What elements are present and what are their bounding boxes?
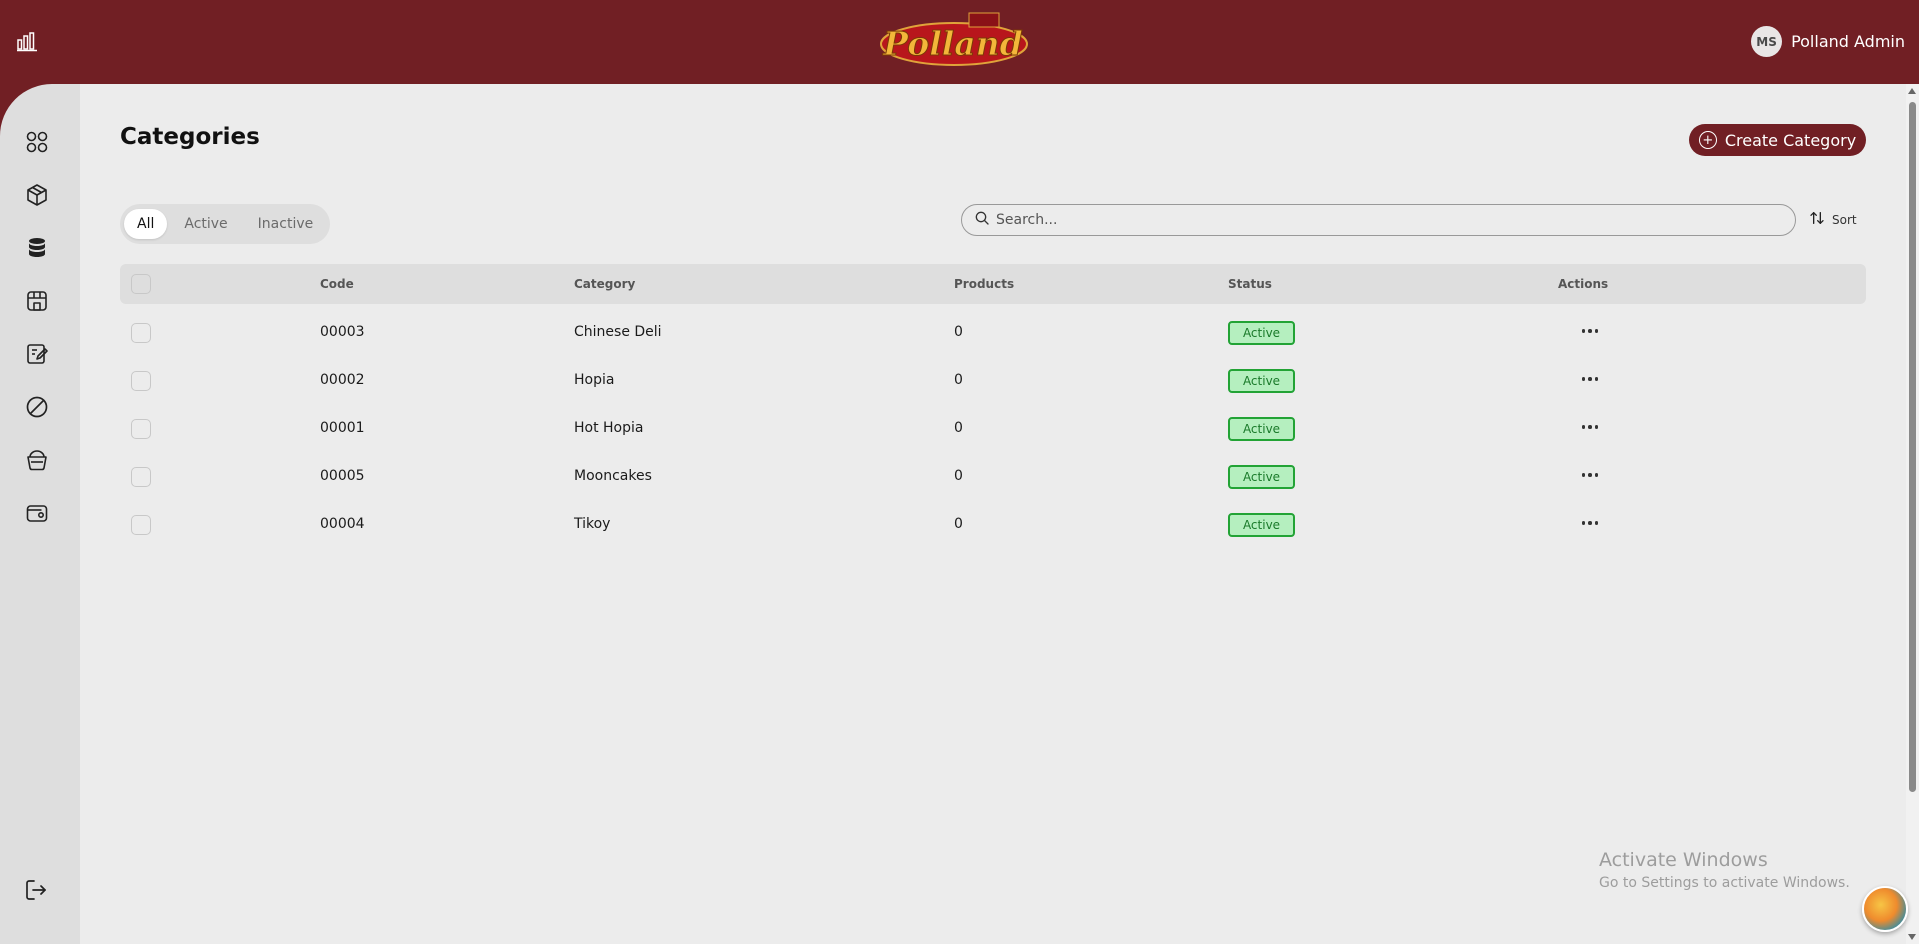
cell-products: 0	[954, 516, 963, 532]
plus-circle-icon: +	[1698, 131, 1717, 149]
scroll-down-arrow[interactable]	[1908, 934, 1916, 940]
table-header: Code Category Products Status Actions	[120, 264, 1866, 304]
row-checkbox[interactable]	[131, 515, 151, 535]
cell-products: 0	[954, 468, 963, 484]
cell-category: Tikoy	[574, 516, 611, 532]
cell-code: 00003	[320, 324, 365, 340]
cell-products: 0	[954, 420, 963, 436]
status-badge: Active	[1228, 465, 1295, 489]
cell-category: Hopia	[574, 372, 615, 388]
cell-products: 0	[954, 324, 963, 340]
sort-icon	[1809, 210, 1825, 229]
row-checkbox[interactable]	[131, 323, 151, 343]
basket-icon[interactable]	[25, 448, 49, 472]
cell-code: 00002	[320, 372, 365, 388]
search-box[interactable]	[961, 204, 1796, 236]
floating-assistant-icon[interactable]	[1862, 886, 1908, 932]
more-actions-icon[interactable]	[1578, 511, 1602, 535]
tab-all[interactable]: All	[124, 209, 168, 239]
tab-active[interactable]: Active	[171, 209, 240, 239]
more-actions-icon[interactable]	[1578, 367, 1602, 391]
cell-code: 00001	[320, 420, 365, 436]
scroll-up-arrow[interactable]	[1908, 88, 1916, 94]
sort-button[interactable]: Sort	[1809, 210, 1857, 229]
more-actions-icon[interactable]	[1578, 319, 1602, 343]
status-filter-tabs: All Active Inactive	[120, 204, 331, 244]
store-icon[interactable]	[25, 289, 49, 313]
row-checkbox[interactable]	[131, 371, 151, 391]
column-header-code[interactable]: Code	[320, 277, 354, 291]
page-title: Categories	[120, 124, 260, 150]
wallet-icon[interactable]	[25, 501, 49, 525]
table-row[interactable]: 00005 Mooncakes 0 Active	[120, 453, 1866, 501]
cell-code: 00005	[320, 468, 365, 484]
status-badge: Active	[1228, 513, 1295, 537]
ban-icon[interactable]	[25, 395, 49, 419]
edit-icon[interactable]	[25, 342, 49, 366]
vertical-scrollbar[interactable]	[1906, 84, 1919, 944]
table-row[interactable]: 00002 Hopia 0 Active	[120, 357, 1866, 405]
chart-icon[interactable]	[16, 29, 40, 53]
brand-logo-text: Polland	[882, 24, 1022, 63]
column-header-category[interactable]: Category	[574, 277, 635, 291]
status-badge: Active	[1228, 417, 1295, 441]
user-name[interactable]: Polland Admin	[1791, 32, 1905, 51]
cell-category: Chinese Deli	[574, 324, 662, 340]
top-bar: Polland MS Polland Admin	[0, 0, 1919, 84]
tab-inactive[interactable]: Inactive	[245, 209, 327, 239]
search-input[interactable]	[996, 212, 1756, 228]
status-badge: Active	[1228, 321, 1295, 345]
table-row[interactable]: 00003 Chinese Deli 0 Active	[120, 309, 1866, 357]
scrollbar-thumb[interactable]	[1909, 102, 1916, 792]
activate-windows-watermark: Activate Windows Go to Settings to activ…	[1599, 849, 1850, 891]
brand-logo[interactable]: Polland	[877, 11, 1031, 71]
cell-code: 00004	[320, 516, 365, 532]
cell-products: 0	[954, 372, 963, 388]
logout-icon[interactable]	[24, 878, 48, 902]
cell-category: Hot Hopia	[574, 420, 644, 436]
create-category-label: Create Category	[1724, 130, 1857, 150]
row-checkbox[interactable]	[131, 467, 151, 487]
watermark-title: Activate Windows	[1599, 849, 1768, 871]
column-header-status[interactable]: Status	[1228, 277, 1272, 291]
sort-label: Sort	[1832, 212, 1857, 227]
user-menu[interactable]: MS Polland Admin	[1751, 26, 1905, 57]
sidebar-nav	[0, 84, 80, 944]
row-checkbox[interactable]	[131, 419, 151, 439]
table-row[interactable]: 00004 Tikoy 0 Active	[120, 501, 1866, 549]
column-header-actions: Actions	[1558, 277, 1609, 291]
table-row[interactable]: 00001 Hot Hopia 0 Active	[120, 405, 1866, 453]
watermark-subtitle: Go to Settings to activate Windows.	[1599, 875, 1850, 891]
status-badge: Active	[1228, 369, 1295, 393]
create-category-button[interactable]: + Create Category	[1689, 124, 1866, 156]
package-icon[interactable]	[25, 183, 49, 207]
avatar[interactable]: MS	[1751, 26, 1783, 57]
cell-category: Mooncakes	[574, 468, 652, 484]
select-all-checkbox[interactable]	[131, 274, 151, 294]
more-actions-icon[interactable]	[1578, 463, 1602, 487]
search-icon	[974, 210, 990, 230]
more-actions-icon[interactable]	[1578, 415, 1602, 439]
database-icon[interactable]	[25, 236, 49, 260]
grid-icon[interactable]	[25, 130, 49, 154]
column-header-products[interactable]: Products	[954, 277, 1014, 291]
